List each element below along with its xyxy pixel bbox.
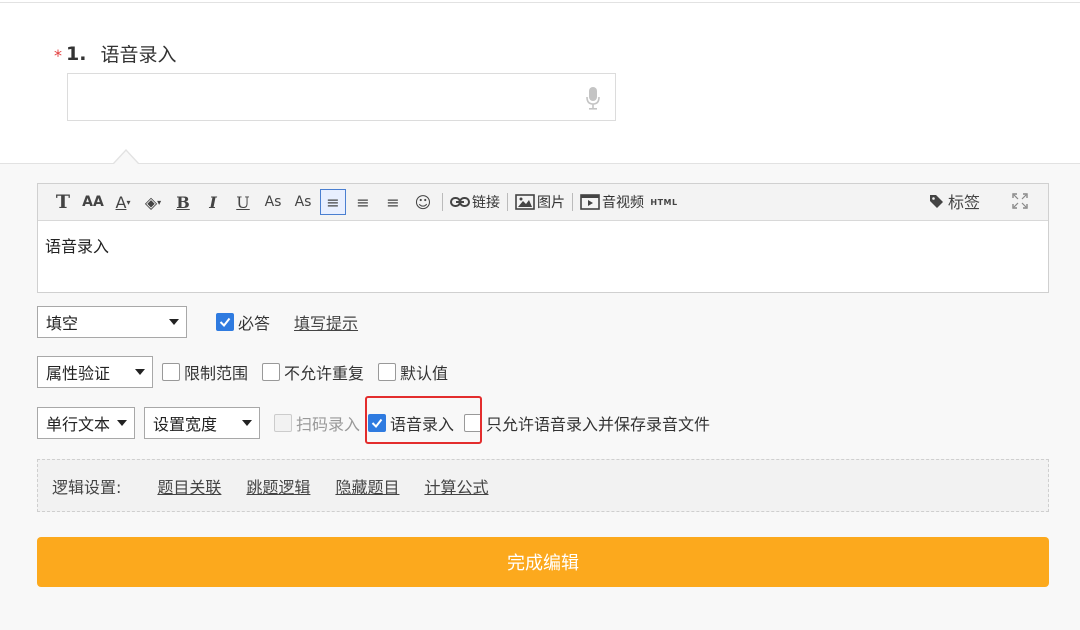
align-right-icon: ≡: [386, 192, 400, 212]
align-right-button[interactable]: ≡: [380, 189, 406, 215]
chevron-down-icon: [169, 319, 179, 325]
question-type-select[interactable]: 填空: [37, 306, 187, 338]
default-value-checkbox[interactable]: [378, 363, 397, 381]
bold-button[interactable]: B: [170, 189, 196, 215]
html-button[interactable]: HTML: [649, 189, 679, 215]
question-title: 语音录入: [100, 44, 177, 66]
chevron-down-icon: [135, 369, 145, 375]
fullscreen-icon[interactable]: [1012, 193, 1028, 209]
link-icon: [450, 197, 470, 207]
chevron-down-icon: [242, 420, 252, 426]
required-option[interactable]: 必答: [216, 310, 270, 334]
emoji-button[interactable]: ☺: [410, 189, 436, 215]
required-checkbox[interactable]: [216, 313, 234, 331]
scan-input-option: 扫码录入: [274, 411, 360, 435]
question-number: 1.: [66, 42, 87, 65]
font-size-button[interactable]: AA: [80, 189, 106, 215]
logic-settings: 逻辑设置: 题目关联 跳题逻辑 隐藏题目 计算公式: [37, 459, 1049, 512]
voice-input-highlight: [365, 396, 482, 444]
formula-link[interactable]: 计算公式: [424, 474, 488, 498]
align-left-icon: ≡: [326, 192, 340, 212]
settings-row-1: 填空 必答 填写提示: [37, 306, 358, 338]
italic-button[interactable]: I: [200, 189, 226, 215]
no-duplicate-option[interactable]: 不允许重复: [262, 360, 364, 384]
width-select[interactable]: 设置宽度: [144, 407, 260, 439]
settings-row-2: 属性验证 限制范围 不允许重复 默认值: [37, 356, 462, 388]
tag-icon: [929, 194, 943, 208]
finish-edit-button[interactable]: 完成编辑: [37, 537, 1049, 587]
paint-bucket-icon: ◈: [144, 192, 158, 212]
editor-toolbar: T AA A ▾ ◈ ▾ B I U As As ≡ ≡ ≡ ☺ 链接 图片 音视频…: [38, 184, 1048, 221]
text-type-select[interactable]: 单行文本: [37, 407, 135, 439]
skip-logic-link[interactable]: 跳题逻辑: [246, 474, 310, 498]
rich-text-editor: T AA A ▾ ◈ ▾ B I U As As ≡ ≡ ≡ ☺ 链接 图片 音视频…: [37, 183, 1049, 293]
editor-content[interactable]: 语音录入: [38, 221, 1048, 269]
scan-input-checkbox: [274, 414, 292, 432]
subscript-button[interactable]: As: [260, 189, 286, 215]
tag-button[interactable]: 标签: [929, 189, 980, 213]
link-button[interactable]: 链接: [449, 189, 501, 215]
chevron-down-icon: [117, 420, 127, 426]
voice-only-option[interactable]: 只允许语音录入并保存录音文件: [464, 411, 710, 435]
limit-range-checkbox[interactable]: [162, 363, 180, 381]
microphone-icon[interactable]: [585, 86, 601, 110]
question-header: * 1. 语音录入: [54, 40, 176, 67]
underline-button[interactable]: U: [230, 189, 256, 215]
align-center-icon: ≡: [356, 192, 370, 212]
video-icon: [580, 194, 600, 210]
answer-input[interactable]: [67, 73, 616, 121]
text-format-button[interactable]: T: [50, 189, 76, 215]
font-color-button[interactable]: A ▾: [110, 189, 136, 215]
align-center-button[interactable]: ≡: [350, 189, 376, 215]
video-button[interactable]: 音视频: [579, 189, 645, 215]
required-mark: *: [54, 45, 62, 65]
limit-range-option[interactable]: 限制范围: [162, 360, 248, 384]
smiley-icon: ☺: [414, 192, 432, 212]
logic-label: 逻辑设置:: [52, 477, 122, 497]
validation-select[interactable]: 属性验证: [37, 356, 153, 388]
image-icon: [515, 194, 535, 210]
superscript-button[interactable]: As: [290, 189, 316, 215]
fill-hint-link[interactable]: 填写提示: [294, 310, 358, 334]
background-color-button[interactable]: ◈ ▾: [140, 189, 166, 215]
top-divider: [0, 2, 1080, 3]
image-button[interactable]: 图片: [514, 189, 566, 215]
align-left-button[interactable]: ≡: [320, 189, 346, 215]
question-relation-link[interactable]: 题目关联: [157, 474, 221, 498]
no-duplicate-checkbox[interactable]: [262, 363, 281, 381]
hide-question-link[interactable]: 隐藏题目: [335, 474, 399, 498]
default-value-option[interactable]: 默认值: [378, 360, 448, 384]
